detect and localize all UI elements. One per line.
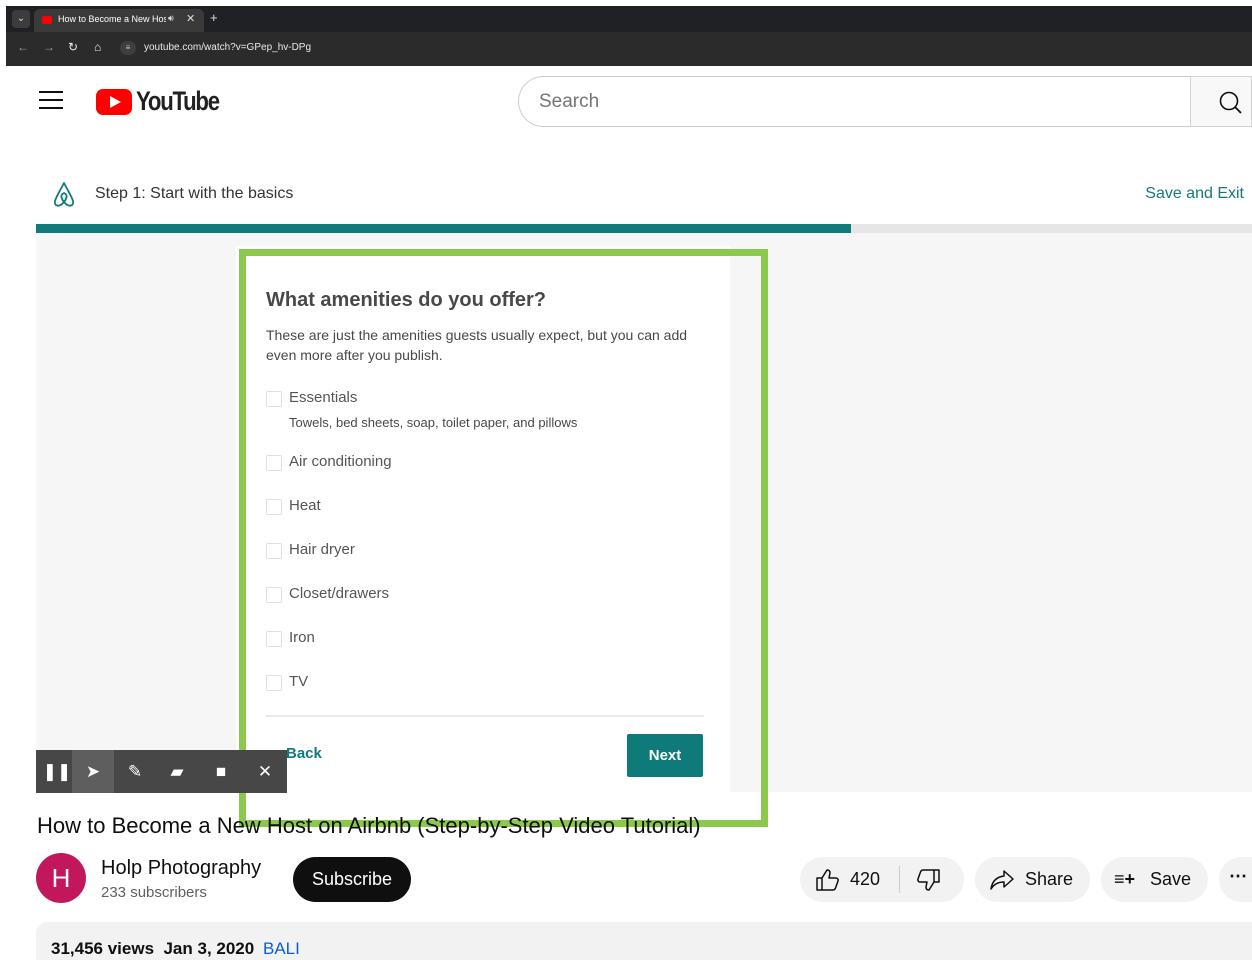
more-icon: ⋯ [1229,866,1247,886]
checkbox[interactable] [266,543,282,559]
save-label: Save [1150,869,1192,889]
reload-icon[interactable]: ↻ [68,40,78,54]
tab-title: How to Become a New Host on Airbnb (Step… [58,14,166,24]
progress-bar [36,224,1252,233]
site-settings-icon[interactable]: ≡ [120,41,136,55]
back-link[interactable]: Back [286,745,322,762]
amenity-label: TV [289,673,309,690]
avatar[interactable]: H [36,853,86,903]
close-icon[interactable]: ✕ [244,750,286,793]
address-bar: ← → ↻ ⌂ ≡ youtube.com/watch?v=GPep_hv-DP… [6,32,1252,66]
airbnb-logo-icon [53,182,75,207]
amenity-label: Hair dryer [289,541,355,558]
save-playlist-icon: ≡+ [1114,869,1136,889]
video-player[interactable]: Step 1: Start with the basics Save and E… [36,150,1252,792]
amenities-card: What amenities do you offer? These are j… [236,246,730,792]
youtube-logo-icon[interactable] [96,89,132,115]
tab-list-icon[interactable]: ⌄ [12,10,30,28]
share-button[interactable]: Share [975,857,1090,902]
save-and-exit-link[interactable]: Save and Exit [1145,185,1244,203]
description-box[interactable]: 31,456 views Jan 3, 2020 BALI [36,922,1252,960]
checkbox[interactable] [266,499,282,515]
checkbox[interactable] [266,675,282,691]
progress-fill [36,224,851,233]
search-button[interactable] [1190,76,1252,127]
highlighter-icon[interactable]: ▰ [156,750,198,793]
share-icon [990,870,1014,890]
home-icon[interactable]: ⌂ [94,40,101,54]
speaker-icon[interactable]: 🔊︎ [168,13,174,24]
subscribe-button[interactable]: Subscribe [293,857,411,902]
url-field[interactable]: youtube.com/watch?v=GPep_hv-DPg [144,42,311,53]
close-tab-icon[interactable]: ✕ [186,12,195,25]
browser-tab-bar: ⌄ How to Become a New Host on Airbnb (St… [6,6,1252,32]
separator [899,866,900,893]
views-and-date: 31,456 views Jan 3, 2020 [51,939,255,958]
forward-arrow-icon[interactable]: → [43,40,55,54]
search-icon [1219,91,1242,114]
thumbs-down-icon[interactable] [916,867,942,893]
youtube-wordmark[interactable]: YouTube [136,86,220,117]
screen: ⌄ How to Become a New Host on Airbnb (St… [0,0,1252,960]
camera-icon[interactable]: ■ [200,750,242,793]
channel-name[interactable]: Holp Photography [101,857,261,880]
amenity-label: Essentials [289,389,358,406]
annotation-toolbar: ❚❚ ➤ ✎ ▰ ■ ✕ [36,750,287,793]
question-subtitle: These are just the amenities guests usua… [266,327,688,363]
checkbox[interactable] [266,631,282,647]
pen-icon[interactable]: ✎ [114,750,156,793]
checkbox[interactable] [266,391,282,407]
like-count: 420 [850,869,881,889]
amenity-label: Closet/drawers [289,585,390,602]
search-input[interactable] [539,89,1139,115]
back-arrow-icon[interactable]: ← [17,40,29,54]
hashtag-link[interactable]: BALI [263,939,300,959]
video-title: How to Become a New Host on Airbnb (Step… [37,813,701,838]
next-button[interactable]: Next [627,734,703,777]
amenity-label: Iron [289,629,315,646]
search-box [518,76,1191,127]
thumbs-up-icon[interactable] [814,867,840,893]
more-actions-button[interactable]: ⋯ [1219,857,1252,902]
youtube-favicon-icon [42,16,52,24]
question-title: What amenities do you offer? [266,289,547,311]
checkbox[interactable] [266,455,282,471]
divider [266,715,704,717]
save-button[interactable]: ≡+ Save [1101,857,1208,902]
airbnb-header: Step 1: Start with the basics Save and E… [36,150,1252,233]
amenity-label: Air conditioning [289,453,392,470]
browser-tab[interactable]: How to Become a New Host on Airbnb (Step… [34,9,204,32]
menu-icon[interactable] [39,91,63,109]
amenity-label: Heat [289,497,321,514]
amenity-description: Towels, bed sheets, soap, toilet paper, … [289,415,578,430]
share-label: Share [1025,869,1074,889]
new-tab-icon[interactable]: + [210,10,218,25]
like-dislike-group: 420 [800,857,964,902]
checkbox[interactable] [266,587,282,603]
subscriber-count: 233 subscribers [101,884,207,901]
cursor-icon[interactable]: ➤ [72,750,114,793]
step-title: Step 1: Start with the basics [95,185,294,202]
